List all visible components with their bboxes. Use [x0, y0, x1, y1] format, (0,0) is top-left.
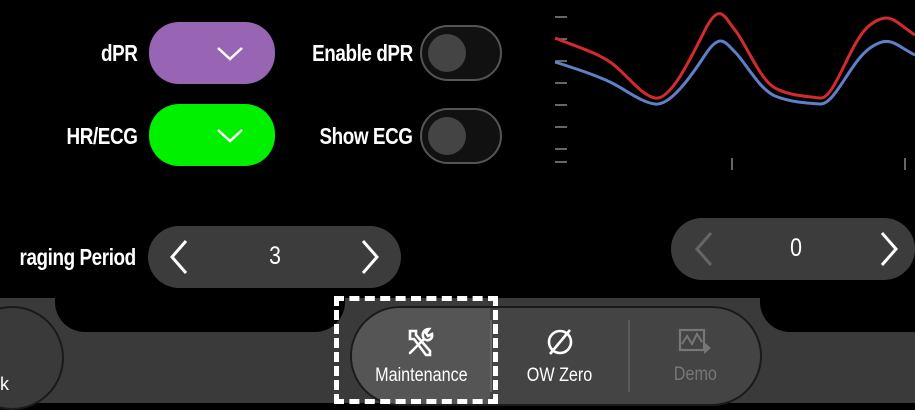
- right-value-stepper: 0: [671, 218, 915, 280]
- ow-zero-button[interactable]: OW Zero: [492, 308, 628, 404]
- decrement-icon[interactable]: [689, 229, 719, 269]
- show-ecg-label: Show ECG: [319, 123, 414, 149]
- dpr-color-dropdown[interactable]: [149, 22, 275, 84]
- enable-dpr-toggle[interactable]: [420, 25, 502, 81]
- show-ecg-toggle[interactable]: [420, 108, 502, 164]
- waveform-preview: [554, 12, 915, 170]
- ow-zero-label: OW Zero: [527, 365, 593, 386]
- x-axis-ticks: [731, 158, 906, 170]
- decrement-icon[interactable]: [164, 237, 194, 277]
- increment-icon[interactable]: [874, 229, 904, 269]
- demo-button[interactable]: Demo: [630, 308, 760, 404]
- nav-bar-notch: [760, 298, 915, 332]
- right-stepper-value: 0: [790, 234, 802, 262]
- hr-ecg-label: HR/ECG: [66, 123, 137, 149]
- nav-bar-notch: [55, 298, 345, 332]
- toggle-knob: [428, 117, 466, 155]
- empty-set-icon: [547, 329, 573, 355]
- left-nav-label: k: [0, 374, 9, 394]
- dpr-label: dPR: [100, 40, 138, 66]
- highlight-box: [334, 296, 498, 404]
- chevron-down-icon: [217, 47, 243, 61]
- blue-waveform: [554, 39, 915, 106]
- averaging-period-stepper: 3: [148, 226, 401, 288]
- increment-icon[interactable]: [355, 237, 385, 277]
- chevron-down-icon: [217, 129, 243, 143]
- averaging-period-value: 3: [269, 242, 281, 270]
- averaging-period-label: raging Period: [19, 244, 137, 270]
- demo-label: Demo: [673, 364, 717, 385]
- enable-dpr-label: Enable dPR: [312, 40, 413, 66]
- demo-waveform-icon: [678, 328, 711, 354]
- toggle-knob: [428, 34, 466, 72]
- hr-ecg-color-dropdown[interactable]: [149, 104, 275, 166]
